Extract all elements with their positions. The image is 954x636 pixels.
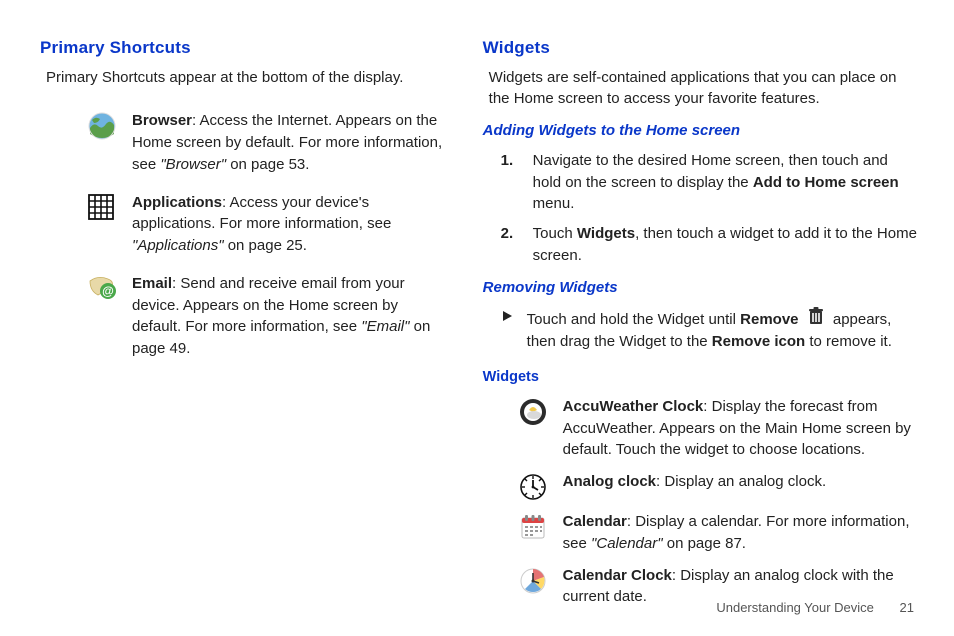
primary-shortcuts-intro: Primary Shortcuts appear at the bottom o… <box>46 67 451 89</box>
page-footer: Understanding Your Device 21 <box>716 599 914 618</box>
widget-accuweather-text: AccuWeather Clock: Display the forecast … <box>563 396 918 461</box>
heading-primary-shortcuts: Primary Shortcuts <box>40 36 451 61</box>
shortcut-browser: Browser: Access the Internet. Appears on… <box>88 110 451 175</box>
heading-widgets-list: Widgets <box>483 367 918 388</box>
calendar-clock-icon <box>519 567 549 595</box>
email-icon: @ <box>88 275 118 301</box>
shortcut-applications: Applications: Access your device's appli… <box>88 192 451 257</box>
heading-removing-widgets: Removing Widgets <box>483 277 918 299</box>
trash-icon <box>807 306 825 326</box>
removing-widgets-item: Touch and hold the Widget until Remove a… <box>501 306 918 353</box>
triangle-bullet-icon <box>501 310 513 353</box>
step-1: 1. Navigate to the desired Home screen, … <box>501 150 918 215</box>
calendar-icon <box>519 513 549 541</box>
widget-analog-clock: Analog clock: Display an analog clock. <box>519 471 918 501</box>
shortcut-applications-text: Applications: Access your device's appli… <box>132 192 451 257</box>
svg-text:@: @ <box>102 284 114 298</box>
weather-clock-icon <box>519 398 549 426</box>
shortcut-email: @ Email: Send and receive email from you… <box>88 273 451 360</box>
step-2: 2. Touch Widgets, then touch a widget to… <box>501 223 918 267</box>
widget-accuweather: AccuWeather Clock: Display the forecast … <box>519 396 918 461</box>
widget-calendar-text: Calendar: Display a calendar. For more i… <box>563 511 918 555</box>
globe-icon <box>88 112 118 140</box>
footer-section: Understanding Your Device <box>716 600 874 615</box>
widget-analog-clock-text: Analog clock: Display an analog clock. <box>563 471 918 493</box>
adding-widgets-steps: 1. Navigate to the desired Home screen, … <box>501 150 918 267</box>
widget-calendar: Calendar: Display a calendar. For more i… <box>519 511 918 555</box>
right-column: Widgets Widgets are self-contained appli… <box>483 36 918 618</box>
left-column: Primary Shortcuts Primary Shortcuts appe… <box>40 36 451 618</box>
heading-widgets: Widgets <box>483 36 918 61</box>
analog-clock-icon <box>519 473 549 501</box>
grid-icon <box>88 194 118 220</box>
shortcut-email-text: Email: Send and receive email from your … <box>132 273 451 360</box>
footer-page-number: 21 <box>900 599 914 618</box>
widgets-intro: Widgets are self-contained applications … <box>489 67 918 111</box>
heading-adding-widgets: Adding Widgets to the Home screen <box>483 120 918 142</box>
shortcut-browser-text: Browser: Access the Internet. Appears on… <box>132 110 451 175</box>
